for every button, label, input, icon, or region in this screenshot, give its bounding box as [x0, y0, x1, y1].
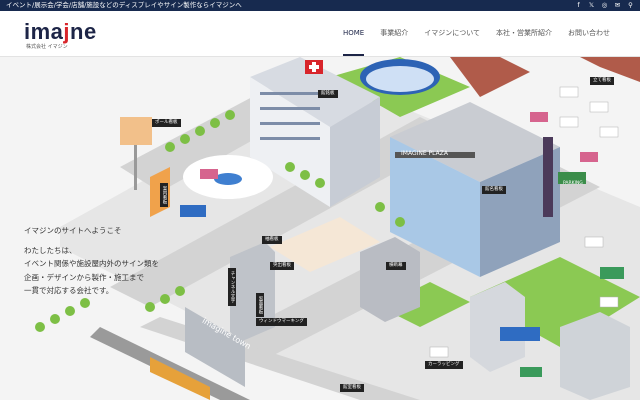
nav-business[interactable]: 事業紹介	[380, 11, 408, 56]
mail-icon[interactable]: ✉	[614, 0, 621, 11]
scene-label: PARKING	[563, 181, 583, 186]
site-header: imajne 株式会社 イマジン HOME 事業紹介 イマジンについて 本社・営…	[0, 11, 640, 57]
nav-offices[interactable]: 本社・営業所紹介	[496, 11, 552, 56]
intro-text: イマジンのサイトへようこそ わたしたちは、 イベント関係や施設屋内外のサイン類を…	[24, 224, 159, 298]
nav-contact[interactable]: お問い合わせ	[568, 11, 610, 56]
scene-label: チャンネル文字	[228, 268, 236, 306]
logo-subtitle: 株式会社 イマジン	[26, 44, 68, 50]
logo-word: imajne	[24, 19, 97, 44]
x-icon[interactable]: 𝕏	[588, 0, 595, 11]
social-links: f 𝕏 ◎ ✉ ⚲	[575, 0, 634, 11]
scene-label: ポール看板	[152, 119, 181, 127]
scene-label: 突出看板	[270, 262, 294, 270]
nav-home[interactable]: HOME	[342, 11, 365, 56]
scene-label: 窓面看板	[256, 293, 264, 317]
intro-line: イベント関係や施設屋内外のサイン類を	[24, 259, 159, 268]
instagram-icon[interactable]: ◎	[601, 0, 608, 11]
intro-line: 企画・デザインから製作・施工まで	[24, 272, 144, 282]
search-icon[interactable]: ⚲	[627, 0, 634, 11]
intro-line: わたしたちは、	[24, 245, 77, 255]
scene-label: 館室看板	[340, 384, 364, 392]
scene-label: 館名看板	[482, 186, 506, 194]
scene-label: カーラッピング	[425, 361, 463, 369]
nav-about[interactable]: イマジンについて	[424, 11, 480, 56]
scene-label: 立て看板	[590, 77, 614, 85]
logo[interactable]: imajne 株式会社 イマジン	[24, 19, 97, 51]
intro-greeting: イマジンのサイトへようこそ	[24, 226, 122, 235]
scene-label: 横断幕	[386, 262, 406, 270]
scene-label: 館銘板	[318, 90, 338, 98]
top-bar: イベント/展示会/学会/店舗/施設などのディスプレイやサイン製作ならイマジンへ …	[0, 0, 640, 11]
scene-label: 案内看板	[160, 183, 168, 207]
scene-label: 袖看板	[262, 236, 282, 244]
facebook-icon[interactable]: f	[575, 0, 582, 11]
scene-label: IMAGINE PLAZA	[401, 150, 448, 157]
intro-line: 一貫で対応する会社です。	[24, 286, 114, 295]
tagline: イベント/展示会/学会/店舗/施設などのディスプレイやサイン製作ならイマジンへ	[6, 1, 242, 9]
scene-label: ウィンドウマーキング	[256, 318, 307, 326]
main-nav: HOME 事業紹介 イマジンについて 本社・営業所紹介 お問い合わせ	[342, 11, 610, 56]
